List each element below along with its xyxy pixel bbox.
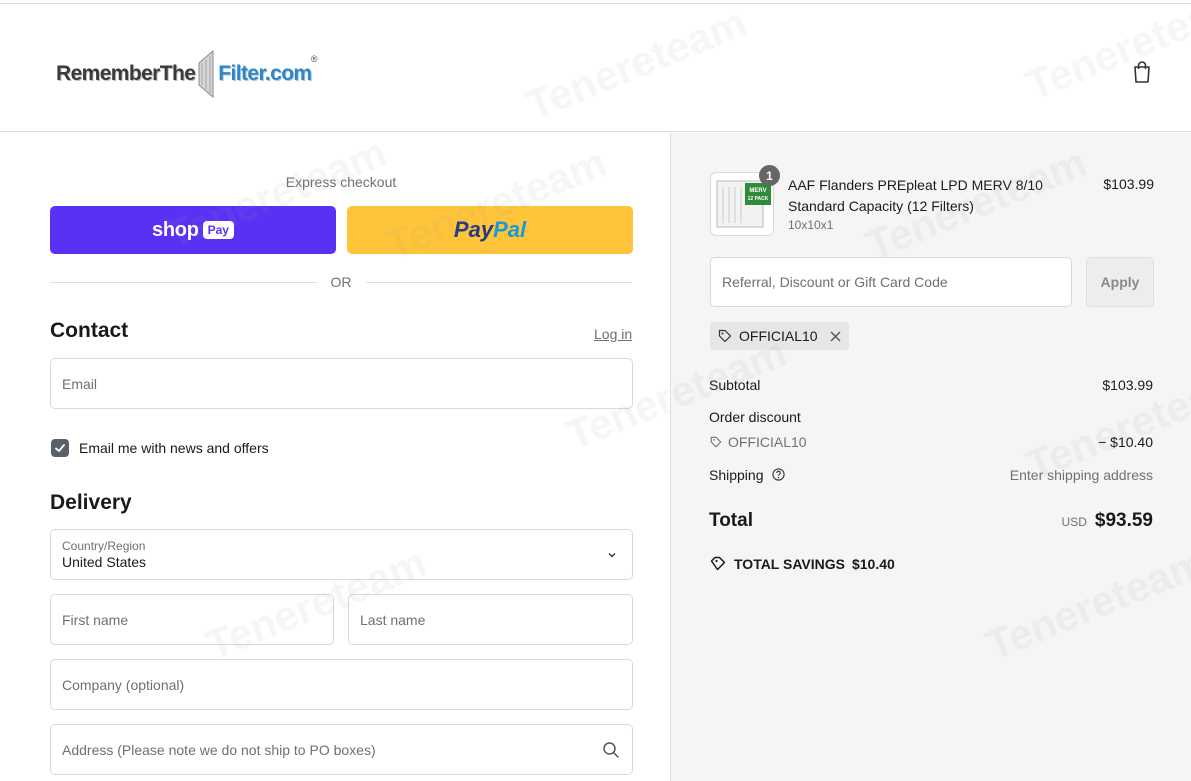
login-link[interactable]: Log in: [594, 326, 632, 342]
logo-text-remember: RememberThe: [56, 62, 196, 85]
order-summary: MERV 12 PACK 1 AAF Flanders PREpleat LPD…: [671, 133, 1191, 781]
paypal-wordmark-pal: Pal: [493, 217, 527, 242]
paypal-wordmark-pay: Pay: [453, 217, 494, 242]
address-field[interactable]: Address (Please note we do not ship to P…: [50, 724, 633, 775]
savings-label: TOTAL SAVINGS: [734, 556, 845, 572]
tag-icon: [718, 329, 732, 343]
last-name-placeholder: Last name: [360, 611, 426, 628]
registered-mark: ®: [310, 54, 318, 64]
help-icon[interactable]: [772, 468, 786, 481]
last-name-field[interactable]: Last name: [348, 594, 633, 645]
subtotal-value: $103.99: [1102, 377, 1153, 393]
total-label: Total: [709, 510, 753, 531]
address-placeholder: Address (Please note we do not ship to P…: [62, 741, 376, 758]
search-icon: [603, 742, 619, 758]
paypal-button[interactable]: Pay Pal: [347, 206, 633, 254]
order-discount-value: − $10.40: [1098, 434, 1153, 450]
shop-pay-button[interactable]: shop Pay: [50, 206, 336, 254]
remove-discount-icon[interactable]: [830, 331, 841, 342]
checkmark-icon: [55, 444, 65, 452]
quantity-badge: 1: [759, 165, 780, 186]
contact-heading: Contact: [50, 319, 129, 342]
newsletter-checkbox[interactable]: [51, 439, 69, 457]
applied-discount-chip: OFFICIAL10: [710, 322, 849, 350]
country-label: Country/Region: [62, 539, 146, 553]
first-name-field[interactable]: First name: [50, 594, 334, 645]
site-logo[interactable]: RememberThe Filter.com ®: [56, 48, 318, 100]
total-value: $93.59: [1094, 510, 1153, 531]
discount-code-input[interactable]: Referral, Discount or Gift Card Code: [710, 257, 1072, 307]
shipping-value: Enter shipping address: [1009, 467, 1153, 483]
product-price: $103.99: [1103, 176, 1154, 192]
product-variant: 10x10x1: [788, 218, 834, 232]
shipping-label-row: Shipping: [709, 467, 786, 483]
filter-logo-icon: [198, 49, 214, 99]
product-title: AAF Flanders PREpleat LPD MERV 8/10 Stan…: [788, 177, 1043, 214]
shop-pay-pill: Pay: [202, 221, 234, 239]
shopping-bag-icon[interactable]: [1131, 60, 1153, 84]
logo-text-filter: Filter.com: [218, 62, 312, 85]
divider-line: [365, 281, 632, 283]
apply-button[interactable]: Apply: [1086, 257, 1154, 307]
applied-discount-code: OFFICIAL10: [739, 328, 818, 344]
company-field[interactable]: Company (optional): [50, 659, 633, 710]
newsletter-label: Email me with news and offers: [79, 440, 269, 456]
subtotal-label: Subtotal: [709, 377, 761, 393]
or-divider: OR: [50, 273, 632, 291]
email-placeholder: Email: [62, 375, 98, 392]
savings-tag-icon: [710, 556, 726, 571]
discount-placeholder: Referral, Discount or Gift Card Code: [722, 274, 948, 290]
thumb-badge-line2: 12 PACK: [748, 196, 769, 202]
email-field[interactable]: Email: [50, 358, 633, 409]
or-text: OR: [330, 274, 352, 290]
delivery-heading: Delivery: [50, 491, 132, 514]
savings-value: $10.40: [851, 556, 895, 572]
total-currency: USD: [1061, 515, 1087, 529]
country-value: United States: [62, 554, 147, 570]
company-placeholder: Company (optional): [62, 676, 185, 693]
order-discount-label: Order discount: [709, 409, 801, 425]
tag-icon: [710, 436, 722, 448]
shipping-label: Shipping: [709, 467, 764, 483]
shop-pay-wordmark: shop: [152, 218, 199, 241]
chevron-down-icon: [608, 553, 616, 558]
order-discount-code-row: OFFICIAL10: [710, 434, 807, 450]
site-header: RememberThe Filter.com ®: [0, 4, 1191, 132]
total-savings: TOTAL SAVINGS $10.40: [710, 556, 895, 572]
order-discount-code: OFFICIAL10: [728, 434, 807, 450]
first-name-placeholder: First name: [62, 611, 129, 628]
express-checkout-title: Express checkout: [285, 174, 397, 190]
total-amount: USD $93.59: [1062, 510, 1153, 532]
country-select[interactable]: Country/Region United States: [50, 529, 633, 580]
divider-line: [50, 281, 317, 283]
thumb-badge-line1: MERV: [749, 188, 766, 194]
checkout-form: Express checkout shop Pay Pay Pal OR Cont…: [0, 133, 671, 781]
